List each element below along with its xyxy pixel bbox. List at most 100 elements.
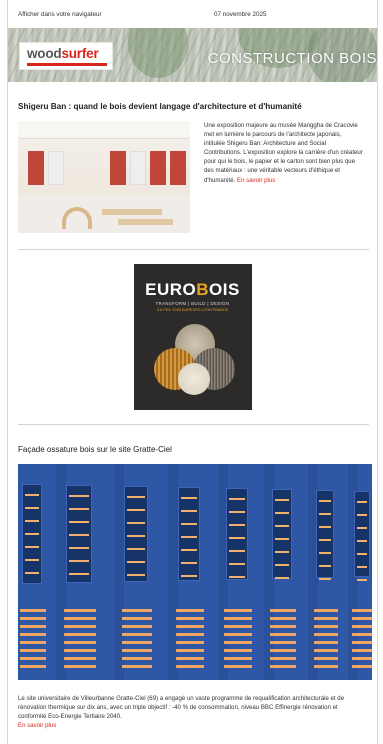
window-shelf — [275, 564, 289, 566]
window-shelf — [127, 509, 145, 511]
facade-shadow — [114, 464, 124, 680]
louver-slat — [64, 625, 96, 628]
window-shelf — [319, 578, 331, 580]
article1-text: Une exposition majeure au musée Manggha … — [204, 122, 363, 184]
window-shelf — [127, 535, 145, 537]
louver-slat — [64, 641, 96, 644]
window-shelf — [127, 522, 145, 524]
window-shelf — [69, 508, 89, 510]
article1-image[interactable] — [18, 121, 190, 233]
article1-body: Une exposition majeure au musée Manggha … — [18, 121, 377, 233]
window-shelf — [181, 575, 197, 577]
louver-slat — [20, 649, 46, 652]
louver-slat — [270, 609, 296, 612]
section-divider — [18, 424, 369, 425]
window-shelf — [357, 514, 367, 516]
louver-slat — [314, 633, 338, 636]
article2-title[interactable]: Façade ossature bois sur le site Gratte-… — [18, 445, 367, 454]
window-shelf — [319, 552, 331, 554]
louver-slat — [224, 657, 252, 660]
window-shelf — [275, 577, 289, 579]
article1-read-more-link[interactable]: En savoir plus — [237, 177, 275, 184]
window-shelf — [357, 579, 367, 581]
window-shelf — [229, 550, 245, 552]
facade-shadow — [168, 464, 178, 680]
window-shelf — [25, 559, 39, 561]
window-shelf — [319, 565, 331, 567]
window-shelf — [25, 507, 39, 509]
article2-read-more-link[interactable]: En savoir plus — [18, 722, 56, 729]
louver-slat — [122, 657, 152, 660]
window-shelf — [275, 551, 289, 553]
louver-slat — [122, 609, 152, 612]
window-shelf — [25, 572, 39, 574]
window-shelf — [181, 510, 197, 512]
article2-text: Le site universitaire de Villeurbanne Gr… — [18, 695, 345, 721]
window-shelf — [69, 534, 89, 536]
louver-slat — [64, 665, 96, 668]
facade-window — [354, 491, 370, 577]
louver-slat — [352, 657, 372, 660]
louver-slat — [122, 633, 152, 636]
louver-slat — [20, 617, 46, 620]
louver-slat — [270, 633, 296, 636]
louver-slat — [122, 625, 152, 628]
louver-slat — [352, 649, 372, 652]
window-shelf — [319, 539, 331, 541]
louver-slat — [176, 625, 204, 628]
window-shelf — [25, 520, 39, 522]
louver-slat — [224, 633, 252, 636]
window-shelf — [275, 499, 289, 501]
louver-slat — [314, 641, 338, 644]
wooden-arch — [62, 207, 92, 229]
facade-window — [124, 486, 148, 582]
louver-slat — [20, 665, 46, 668]
louver-slat — [314, 665, 338, 668]
louver-slat — [176, 609, 204, 612]
louver-slat — [176, 617, 204, 620]
window-shelf — [229, 563, 245, 565]
window-shelf — [127, 496, 145, 498]
louver-slat — [224, 609, 252, 612]
article1-title[interactable]: Shigeru Ban : quand le bois devient lang… — [18, 102, 367, 111]
window-shelf — [69, 495, 89, 497]
logo-wordmark: woodsurfer — [27, 47, 105, 61]
exhibit-panel — [28, 151, 44, 185]
window-shelf — [357, 501, 367, 503]
window-shelf — [229, 524, 245, 526]
window-shelf — [357, 566, 367, 568]
exhibit-table — [118, 219, 173, 225]
louver-slat — [224, 649, 252, 652]
window-shelf — [69, 521, 89, 523]
article2-description: Le site universitaire de Villeurbanne Gr… — [18, 694, 365, 730]
facade-window — [226, 488, 248, 580]
banner-title: CONSTRUCTION BOIS — [207, 50, 377, 67]
window-shelf — [229, 511, 245, 513]
eurobois-subtitle: TRANSFORM | BUILD | DESIGN — [155, 301, 230, 306]
eurobois-ad-banner[interactable]: EUROBOIS TRANSFORM | BUILD | DESIGN 3-6 … — [133, 264, 252, 410]
window-shelf — [181, 523, 197, 525]
exhibit-panel — [110, 151, 126, 185]
louver-slat — [224, 641, 252, 644]
museum-ceiling — [18, 121, 190, 139]
louver-slat — [224, 625, 252, 628]
louver-slat — [20, 657, 46, 660]
window-shelf — [319, 513, 331, 515]
window-shelf — [181, 562, 197, 564]
view-in-browser-link[interactable]: Afficher dans votre navigateur — [18, 11, 214, 18]
louver-slat — [64, 657, 96, 660]
louver-slat — [314, 625, 338, 628]
louver-slat — [270, 641, 296, 644]
louver-slat — [270, 649, 296, 652]
louver-slat — [20, 633, 46, 636]
louver-slat — [122, 617, 152, 620]
louver-slat — [64, 609, 96, 612]
woodsurfer-logo[interactable]: woodsurfer — [19, 42, 113, 70]
louver-slat — [122, 641, 152, 644]
eurobois-dates: 3-6 FEV. 2026 EUREXPO LYON FRANCE — [156, 308, 229, 312]
logo-underline — [27, 63, 107, 66]
article2-image[interactable] — [18, 464, 372, 680]
window-shelf — [25, 546, 39, 548]
window-shelf — [181, 536, 197, 538]
window-shelf — [181, 549, 197, 551]
